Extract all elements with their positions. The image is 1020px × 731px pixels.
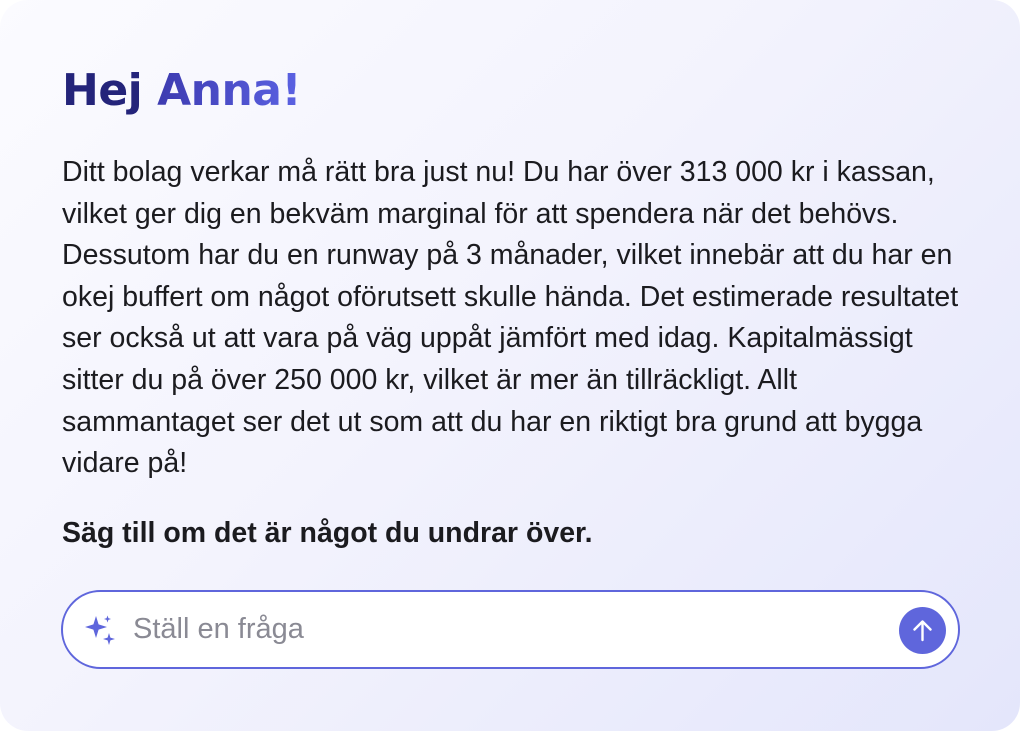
greeting-name: Anna! bbox=[157, 65, 302, 116]
ask-input[interactable] bbox=[133, 604, 883, 654]
arrow-up-icon bbox=[913, 620, 932, 642]
ask-question-field[interactable] bbox=[61, 590, 960, 669]
sparkle-icon bbox=[85, 615, 115, 645]
greeting-prefix: Hej bbox=[62, 65, 158, 116]
closing-text: Säg till om det är något du undrar över. bbox=[62, 517, 593, 549]
insight-card: Hej Anna! Ditt bolag verkar må rätt bra … bbox=[0, 0, 1020, 731]
greeting-heading: Hej Anna! bbox=[62, 62, 302, 120]
send-button[interactable] bbox=[899, 607, 946, 654]
summary-text: Ditt bolag verkar må rätt bra just nu! D… bbox=[62, 156, 959, 480]
